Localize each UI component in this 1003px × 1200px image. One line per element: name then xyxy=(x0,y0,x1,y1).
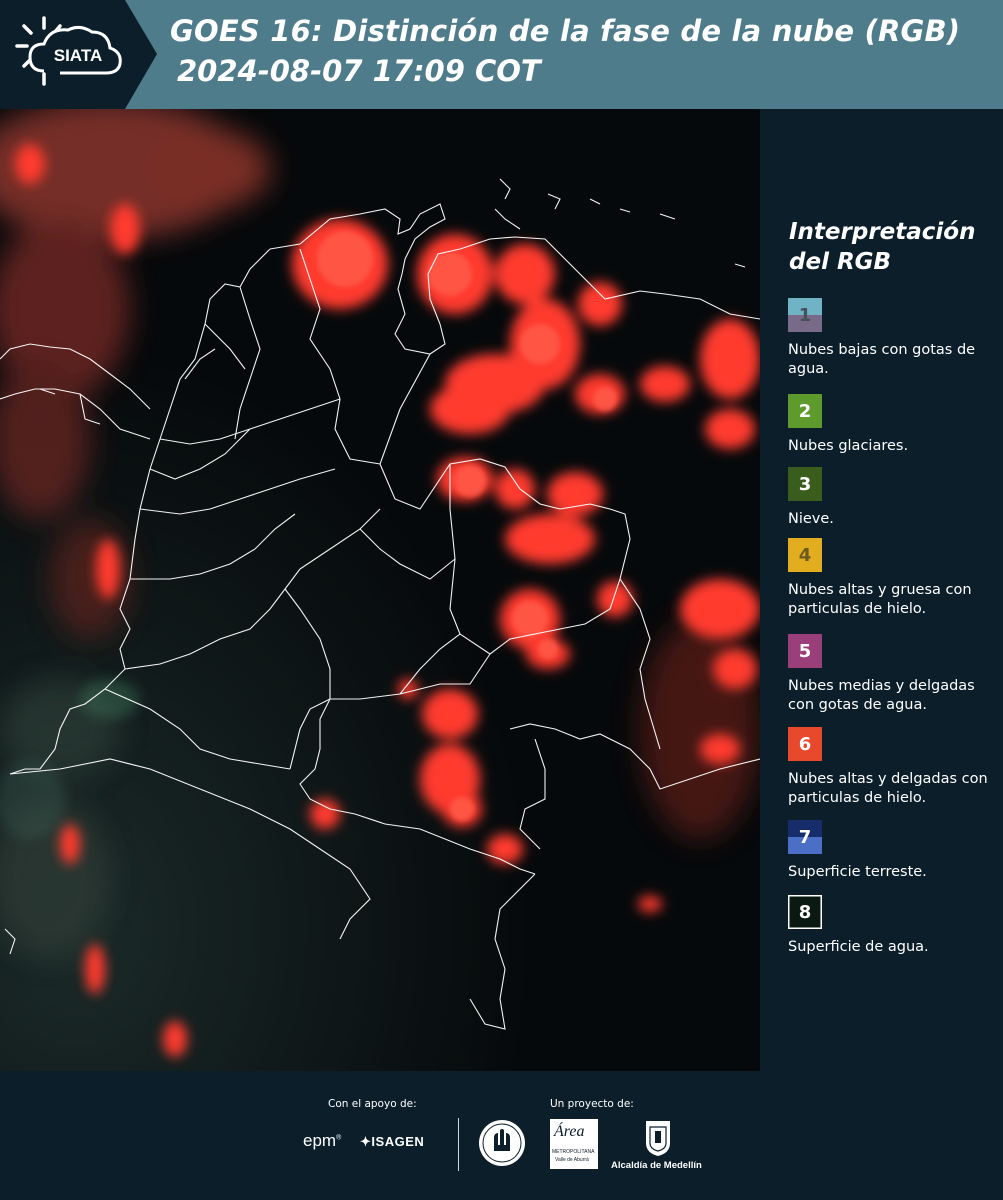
legend-label-7: Superficie terreste. xyxy=(788,864,927,880)
svg-text:SIATA: SIATA xyxy=(54,46,102,65)
legend-label-6: Nubes altas y delgadas con particulas de… xyxy=(788,771,988,806)
legend-swatch-4: 4 xyxy=(788,538,822,572)
legend-item-7: 7 Superficie terreste. xyxy=(788,820,1000,882)
legend-label-2: Nubes glaciares. xyxy=(788,438,909,454)
isagen-icon: ✦ xyxy=(360,1134,372,1149)
legend-item-2: 2 Nubes glaciares. xyxy=(788,394,1000,456)
legend-item-5: 5 Nubes medias y delgadas con gotas de a… xyxy=(788,634,1000,715)
legend-label-4: Nubes altas y gruesa con particulas de h… xyxy=(788,582,972,617)
isagen-logo: ✦ISAGEN xyxy=(360,1134,425,1149)
legend-swatch-3: 3 xyxy=(788,467,822,501)
footer-divider xyxy=(458,1118,459,1171)
seal-logo xyxy=(477,1118,527,1172)
legend-item-8: 8 Superficie de agua. xyxy=(788,895,1000,957)
siata-logo: SIATA xyxy=(0,0,157,109)
legend-panel: Interpretación del RGB 1 Nubes bajas con… xyxy=(760,109,1003,1071)
legend-swatch-7: 7 xyxy=(788,820,822,854)
header-bar: SIATA GOES 16: Distinción de la fase de … xyxy=(0,0,1003,109)
legend-item-4: 4 Nubes altas y gruesa con particulas de… xyxy=(788,538,1000,619)
legend-swatch-2: 2 xyxy=(788,394,822,428)
legend-title: Interpretación del RGB xyxy=(789,217,989,277)
page-title: GOES 16: Distinción de la fase de la nub… xyxy=(170,14,961,48)
legend-swatch-5: 5 xyxy=(788,634,822,668)
legend-title-line1: Interpretación xyxy=(789,219,976,245)
legend-item-1: 1 Nubes bajas con gotas de agua. xyxy=(788,298,1000,379)
legend-swatch-6: 6 xyxy=(788,727,822,761)
alcaldia-shield-icon xyxy=(644,1119,672,1161)
satellite-map xyxy=(0,109,760,1071)
page-subtitle-timestamp: 2024-08-07 17:09 COT xyxy=(177,54,541,88)
legend-item-3: 3 Nieve. xyxy=(788,467,1000,529)
legend-swatch-8: 8 xyxy=(788,895,822,929)
legend-label-1: Nubes bajas con gotas de agua. xyxy=(788,342,976,377)
support-label: Con el apoyo de: xyxy=(328,1098,417,1110)
alcaldia-label: Alcaldía de Medellín xyxy=(611,1160,702,1171)
area-metropolitana-logo: Área METROPOLITANA Valle de Aburrá xyxy=(550,1119,598,1169)
legend-title-line2: del RGB xyxy=(789,249,892,275)
project-label: Un proyecto de: xyxy=(550,1098,634,1110)
epm-logo: epm® xyxy=(303,1131,342,1150)
footer: Con el apoyo de: Un proyecto de: epm® ✦I… xyxy=(0,1071,1003,1200)
legend-label-8: Superficie de agua. xyxy=(788,939,929,955)
legend-item-6: 6 Nubes altas y delgadas con particulas … xyxy=(788,727,1000,808)
legend-swatch-1: 1 xyxy=(788,298,822,332)
legend-label-3: Nieve. xyxy=(788,511,834,527)
legend-label-5: Nubes medias y delgadas con gotas de agu… xyxy=(788,678,975,713)
